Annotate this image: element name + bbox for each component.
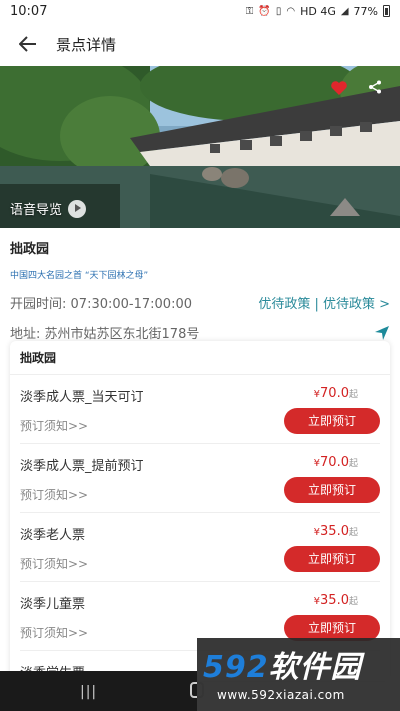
- address-value: 苏州市姑苏区东北街178号: [44, 327, 200, 342]
- ticket-name: 淡季成人票_提前预订: [20, 459, 144, 474]
- audio-guide-label: 语音导览: [10, 203, 63, 218]
- battery-percent: 77%: [353, 4, 378, 18]
- spot-name: 拙政园: [10, 242, 50, 257]
- play-icon: [68, 199, 87, 218]
- ticket-price: ¥35.0起: [313, 524, 358, 539]
- status-icons: ⚿ ⏰ ▯ ◠ HD 4G ◢ 77%: [246, 5, 390, 18]
- book-now-button[interactable]: 立即预订: [284, 477, 380, 503]
- ticket-item: 淡季成人票_当天可订 ¥70.0起 预订须知>> 立即预订: [20, 375, 380, 444]
- ticket-name: 淡季老人票: [20, 528, 86, 543]
- booking-notice-link[interactable]: 预订须知>>: [20, 555, 88, 572]
- booking-notice-link[interactable]: 预订须知>>: [20, 624, 88, 641]
- address-row: 地址: 苏州市姑苏区东北街178号: [10, 323, 390, 342]
- arrow-left-icon: [19, 36, 36, 52]
- ticket-name: 淡季儿童票: [20, 597, 86, 612]
- battery-icon: [383, 5, 390, 17]
- ticket-item: 淡季老人票 ¥35.0起 预订须知>> 立即预订: [20, 513, 380, 582]
- preferential-policy-link[interactable]: 优待政策 | 优待政策 >: [258, 293, 390, 312]
- address: 地址: 苏州市姑苏区东北街178号: [10, 323, 199, 342]
- opening-hours: 开园时间: 07:30:00-17:00:00: [10, 293, 192, 312]
- ticket-item: 淡季成人票_提前预订 ¥70.0起 预订须知>> 立即预订: [20, 444, 380, 513]
- vibrate-icon: ▯: [275, 5, 282, 17]
- book-now-button[interactable]: 立即预订: [284, 408, 380, 434]
- watermark-logo: 592软件园: [203, 650, 362, 685]
- status-time: 10:07: [10, 3, 48, 19]
- ticket-card: 拙政园 淡季成人票_当天可订 ¥70.0起 预订须知>> 立即预订 淡季成人票_…: [10, 341, 390, 681]
- page-title: 景点详情: [56, 35, 117, 54]
- spot-tagline: 中国四大名园之首 “天下园林之母”: [10, 271, 149, 281]
- app-bar: 景点详情: [0, 22, 400, 66]
- share-icon[interactable]: [368, 80, 382, 94]
- ticket-name: 淡季成人票_当天可订: [20, 390, 144, 405]
- alarm-icon: ⏰: [258, 5, 271, 17]
- book-now-button[interactable]: 立即预订: [284, 546, 380, 572]
- watermark: 592软件园 www.592xiazai.com: [197, 638, 400, 711]
- wifi-icon: ◠: [286, 5, 296, 17]
- booking-notice-link[interactable]: 预订须知>>: [20, 486, 88, 503]
- opening-hours-row: 开园时间: 07:30:00-17:00:00 优待政策 | 优待政策 >: [10, 293, 390, 312]
- ticket-price: ¥35.0起: [313, 593, 358, 608]
- status-bar: 10:07 ⚿ ⏰ ▯ ◠ HD 4G ◢ 77%: [0, 0, 400, 22]
- ticket-card-title: 拙政园: [10, 341, 390, 375]
- booking-notice-link[interactable]: 预订须知>>: [20, 417, 88, 434]
- heart-icon[interactable]: [330, 80, 348, 96]
- hero-image[interactable]: 语音导览: [0, 66, 400, 228]
- watermark-url: www.592xiazai.com: [217, 688, 345, 702]
- cell-signal-icon: ◢: [340, 5, 349, 17]
- ticket-price: ¥70.0起: [313, 455, 358, 470]
- navigation-icon[interactable]: [374, 325, 390, 341]
- spot-info: 拙政园 中国四大名园之首 “天下园林之母” 开园时间: 07:30:00-17:…: [0, 228, 400, 342]
- recents-icon[interactable]: |||: [80, 684, 97, 700]
- key-icon: ⚿: [245, 5, 254, 17]
- system-nav-bar: |||: [0, 671, 204, 711]
- opening-hours-value: 07:30:00-17:00:00: [70, 297, 192, 312]
- audio-guide-button[interactable]: 语音导览: [10, 199, 87, 218]
- ticket-price: ¥70.0起: [313, 386, 358, 401]
- opening-hours-label: 开园时间:: [10, 297, 67, 312]
- back-button[interactable]: [0, 22, 56, 66]
- signal-text: HD 4G: [300, 4, 336, 18]
- address-label: 地址:: [10, 327, 41, 342]
